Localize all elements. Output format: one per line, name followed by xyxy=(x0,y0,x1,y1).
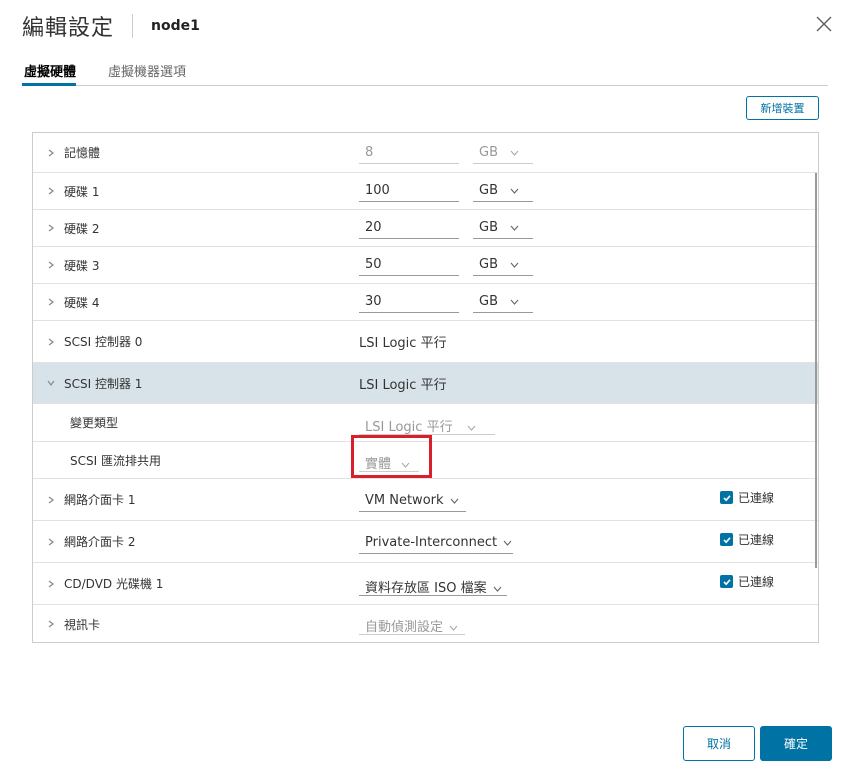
disk-size-input[interactable]: 50 xyxy=(359,254,459,276)
dialog-title: 編輯設定 xyxy=(22,16,115,41)
scrollbar[interactable] xyxy=(815,173,817,568)
memory-label: 記憶體 xyxy=(64,146,101,160)
close-icon[interactable] xyxy=(814,14,834,34)
dialog-header: 編輯設定 node1 xyxy=(22,10,200,42)
chevron-right-icon[interactable] xyxy=(46,223,56,233)
chevron-right-icon[interactable] xyxy=(46,337,56,347)
cd-dvd-drive-label: CD/DVD 光碟機 1 xyxy=(64,577,164,591)
disk-unit-select[interactable]: GB xyxy=(473,291,533,313)
video-card-label: 視訊卡 xyxy=(64,617,101,632)
chevron-right-icon[interactable] xyxy=(46,297,56,307)
chevron-down-icon xyxy=(510,183,519,198)
network-adapter-label: 網路介面卡 2 xyxy=(64,535,136,549)
chevron-down-icon xyxy=(493,581,502,596)
network-select[interactable]: VM Network xyxy=(359,488,466,512)
highlight-box xyxy=(351,435,432,478)
network-adapter-row[interactable]: 網路介面卡 2 Private-Interconnect 已連線 xyxy=(33,521,818,563)
add-device-button[interactable]: 新增裝置 xyxy=(746,96,819,120)
memory-unit-select: GB xyxy=(473,142,533,164)
cd-dvd-drive-row[interactable]: CD/DVD 光碟機 1 資料存放區 ISO 檔案 已連線 xyxy=(33,563,818,605)
disk-label: 硬碟 1 xyxy=(64,184,100,199)
disk-label: 硬碟 2 xyxy=(64,221,100,236)
tab-vm-options[interactable]: 虛擬機器選項 xyxy=(106,58,186,86)
chevron-down-icon xyxy=(450,493,459,508)
chevron-right-icon[interactable] xyxy=(46,537,56,547)
connected-label: 已連線 xyxy=(738,491,775,505)
disk-size-input[interactable]: 100 xyxy=(359,180,459,202)
scsi-controller-1-label: SCSI 控制器 1 xyxy=(64,376,143,391)
disk-unit-select[interactable]: GB xyxy=(473,217,533,239)
scsi-controller-0-row[interactable]: SCSI 控制器 0 LSI Logic 平行 xyxy=(33,321,818,363)
video-card-value: 自動偵測設定 xyxy=(365,620,444,635)
checkmark-icon xyxy=(720,533,733,546)
cancel-button[interactable]: 取消 xyxy=(683,726,755,761)
connected-label: 已連線 xyxy=(738,533,775,547)
change-type-select: LSI Logic 平行 xyxy=(359,411,495,435)
disk-unit-value: GB xyxy=(479,183,498,198)
memory-input: 8 xyxy=(359,142,459,164)
memory-unit-value: GB xyxy=(479,144,498,160)
tab-virtual-hardware[interactable]: 虛擬硬體 xyxy=(22,58,77,86)
vm-name: node1 xyxy=(151,18,200,34)
video-card-select: 自動偵測設定 xyxy=(359,611,465,635)
disk-unit-select[interactable]: GB xyxy=(473,180,533,202)
change-type-value: LSI Logic 平行 xyxy=(365,419,453,435)
chevron-right-icon[interactable] xyxy=(46,579,56,589)
chevron-right-icon[interactable] xyxy=(46,619,56,629)
network-value: Private-Interconnect xyxy=(365,535,498,550)
checkmark-icon xyxy=(720,491,733,504)
ok-button[interactable]: 確定 xyxy=(760,726,832,761)
disk-row[interactable]: 硬碟 4 30 GB xyxy=(33,284,818,321)
chevron-down-icon xyxy=(510,145,519,160)
change-type-label: 變更類型 xyxy=(70,416,119,430)
disk-unit-value: GB xyxy=(479,294,498,309)
network-adapter-row[interactable]: 網路介面卡 1 VM Network 已連線 xyxy=(33,479,818,521)
chevron-right-icon[interactable] xyxy=(46,495,56,505)
network-value: VM Network xyxy=(365,493,444,508)
chevron-down-icon xyxy=(510,257,519,272)
scsi-bus-sharing-label: SCSI 匯流排共用 xyxy=(70,453,161,468)
disk-label: 硬碟 3 xyxy=(64,258,100,273)
cd-dvd-media-select[interactable]: 資料存放區 ISO 檔案 xyxy=(359,572,507,596)
chevron-down-icon xyxy=(503,535,512,550)
network-select[interactable]: Private-Interconnect xyxy=(359,530,513,554)
disk-row[interactable]: 硬碟 2 20 GB xyxy=(33,210,818,247)
chevron-down-icon[interactable] xyxy=(46,378,56,388)
connected-checkbox[interactable]: 已連線 xyxy=(720,531,774,548)
scsi-controller-1-row[interactable]: SCSI 控制器 1 LSI Logic 平行 xyxy=(33,363,818,404)
chevron-right-icon[interactable] xyxy=(46,186,56,196)
chevron-down-icon xyxy=(449,620,458,635)
disk-row[interactable]: 硬碟 3 50 GB xyxy=(33,247,818,284)
disk-unit-value: GB xyxy=(479,257,498,272)
hardware-list: 記憶體 8 GB 硬碟 1 100 GB 硬碟 2 20 GB 硬碟 3 50 … xyxy=(32,132,819,643)
scsi-controller-0-value: LSI Logic 平行 xyxy=(359,336,447,351)
tab-bar: 虛擬硬體 虛擬機器選項 xyxy=(22,58,828,86)
connected-checkbox[interactable]: 已連線 xyxy=(720,573,774,590)
scsi-controller-1-value: LSI Logic 平行 xyxy=(359,377,447,393)
chevron-down-icon xyxy=(510,220,519,235)
disk-label: 硬碟 4 xyxy=(64,295,100,310)
network-adapter-label: 網路介面卡 1 xyxy=(64,493,136,507)
cd-dvd-media-value: 資料存放區 ISO 檔案 xyxy=(365,581,487,596)
chevron-right-icon[interactable] xyxy=(46,260,56,270)
connected-checkbox[interactable]: 已連線 xyxy=(720,489,774,506)
disk-size-input[interactable]: 20 xyxy=(359,217,459,239)
chevron-right-icon[interactable] xyxy=(46,148,56,158)
memory-row[interactable]: 記憶體 8 GB xyxy=(33,133,818,173)
chevron-down-icon xyxy=(510,294,519,309)
title-separator xyxy=(132,14,134,38)
disk-unit-select[interactable]: GB xyxy=(473,254,533,276)
video-card-row[interactable]: 視訊卡 自動偵測設定 xyxy=(33,605,818,642)
chevron-down-icon xyxy=(467,420,476,435)
disk-row[interactable]: 硬碟 1 100 GB xyxy=(33,173,818,210)
connected-label: 已連線 xyxy=(738,575,775,589)
disk-size-input[interactable]: 30 xyxy=(359,291,459,313)
checkmark-icon xyxy=(720,575,733,588)
disk-unit-value: GB xyxy=(479,220,498,235)
scsi-controller-0-label: SCSI 控制器 0 xyxy=(64,335,143,349)
